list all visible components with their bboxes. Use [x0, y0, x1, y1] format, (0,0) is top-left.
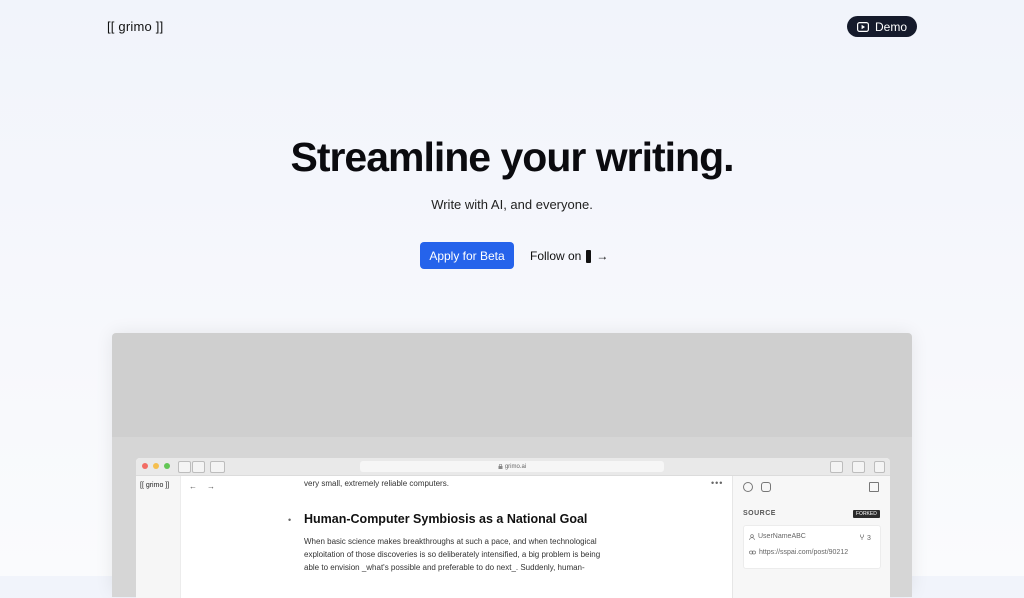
play-icon: [856, 21, 869, 32]
info-panel: SOURCE FORKED UserNameABC 3 https://sspa…: [732, 476, 890, 598]
source-link: https://sspai.com/post/90212: [749, 549, 848, 556]
follow-link[interactable]: Follow on →: [530, 247, 608, 265]
sidebar-toggle-icon: [210, 461, 225, 473]
source-label: SOURCE: [743, 510, 776, 517]
forward-icon: [192, 461, 205, 473]
fork-count: 3: [859, 534, 871, 542]
hero-subtitle: Write with AI, and everyone.: [431, 197, 593, 212]
logo[interactable]: [[ grimo ]]: [107, 19, 163, 34]
doc-paragraph-line: able to envision _what's possible and pr…: [304, 563, 585, 572]
app-sidebar: [[ grimo ]]: [136, 476, 181, 598]
app-logo: [[ grimo ]]: [140, 482, 170, 489]
maximize-dot-icon: [164, 463, 170, 469]
social-icon: [586, 249, 592, 263]
source-url: https://sspai.com/post/90212: [759, 549, 849, 556]
heading-bullet: •: [288, 515, 292, 525]
fork-count-value: 3: [866, 535, 871, 542]
demo-button[interactable]: Demo: [847, 16, 917, 37]
doc-paragraph-line: When basic science makes breakthroughs a…: [304, 537, 597, 546]
download-icon: [874, 461, 885, 473]
nav-back-icon: ←: [189, 482, 197, 491]
panel-toggle-icon: [869, 482, 879, 492]
database-icon: [761, 482, 771, 492]
apply-for-beta-button[interactable]: Apply for Beta: [420, 242, 514, 269]
forked-badge: FORKED: [853, 510, 880, 518]
lock-icon: [498, 464, 503, 469]
address-bar: grimo.ai: [360, 461, 664, 472]
tabs-icon: [852, 461, 865, 473]
source-card: UserNameABC 3 https://sspai.com/post/902…: [743, 525, 881, 569]
source-username: UserNameABC: [758, 533, 806, 540]
user-icon: [749, 533, 755, 540]
browser-toolbar: grimo.ai: [136, 458, 890, 476]
source-user: UserNameABC: [749, 533, 806, 540]
close-dot-icon: [142, 463, 148, 469]
nav-forward-icon: →: [207, 482, 215, 491]
fork-icon: [860, 534, 864, 540]
more-icon: •••: [711, 478, 724, 488]
minimize-dot-icon: [153, 463, 159, 469]
link-icon: [749, 550, 756, 555]
back-icon: [178, 461, 191, 473]
hero-title: Streamline your writing.: [290, 134, 734, 180]
doc-text-top: very small, extremely reliable computers…: [304, 479, 449, 488]
app-preview: grimo.ai [[ grimo ]] ← → very small, ext…: [112, 333, 912, 598]
arrow-right-icon: →: [596, 249, 609, 263]
demo-label: Demo: [874, 19, 907, 34]
browser-window: grimo.ai [[ grimo ]] ← → very small, ext…: [136, 458, 890, 598]
doc-heading: Human-Computer Symbiosis as a National G…: [304, 512, 588, 526]
info-icon: [743, 482, 753, 492]
doc-paragraph-line: exploitation of those discoveries is so …: [304, 550, 601, 559]
address-text: grimo.ai: [504, 463, 527, 470]
share-icon: [830, 461, 843, 473]
follow-label: Follow on: [530, 249, 582, 263]
